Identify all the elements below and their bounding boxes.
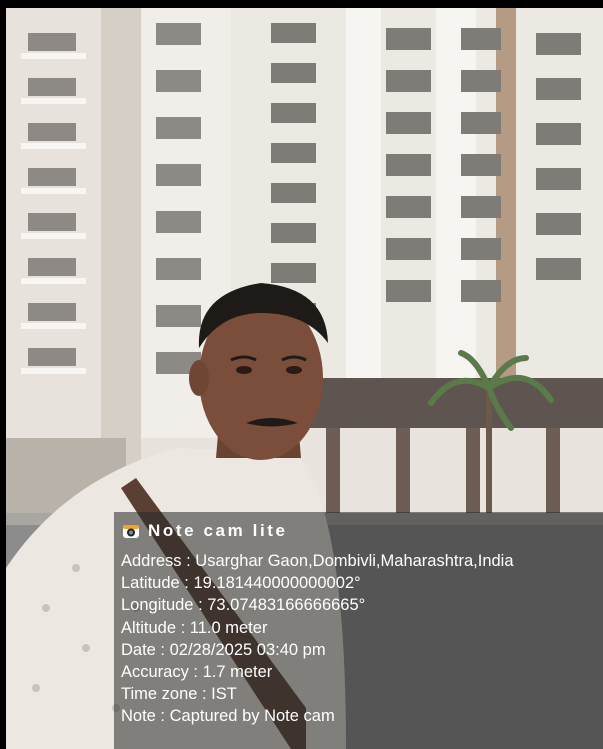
stamp-altitude: Altitude : 11.0 meter <box>121 618 268 637</box>
stamp-date: Date : 02/28/2025 03:40 pm <box>121 640 326 659</box>
app-title: Note cam lite <box>148 521 288 540</box>
photo-frame: Note cam lite Address : Usarghar Gaon,Do… <box>0 0 603 749</box>
stamp-longitude: Longitude : 73.07483166666665° <box>121 596 366 615</box>
stamp-timezone: Time zone : IST <box>121 685 237 704</box>
stamp-note: Note : Captured by Note cam <box>121 707 335 726</box>
building-left <box>6 8 231 518</box>
camera-icon <box>122 523 140 539</box>
stamp-latitude: Latitude : 19.181440000000002° <box>121 574 361 593</box>
stamp-header: Note cam lite <box>114 512 603 550</box>
note-cam-stamp: Note cam lite Address : Usarghar Gaon,Do… <box>114 512 603 749</box>
stamp-address: Address : Usarghar Gaon,Dombivli,Maharas… <box>121 552 514 570</box>
stamp-accuracy: Accuracy : 1.7 meter <box>121 663 273 682</box>
